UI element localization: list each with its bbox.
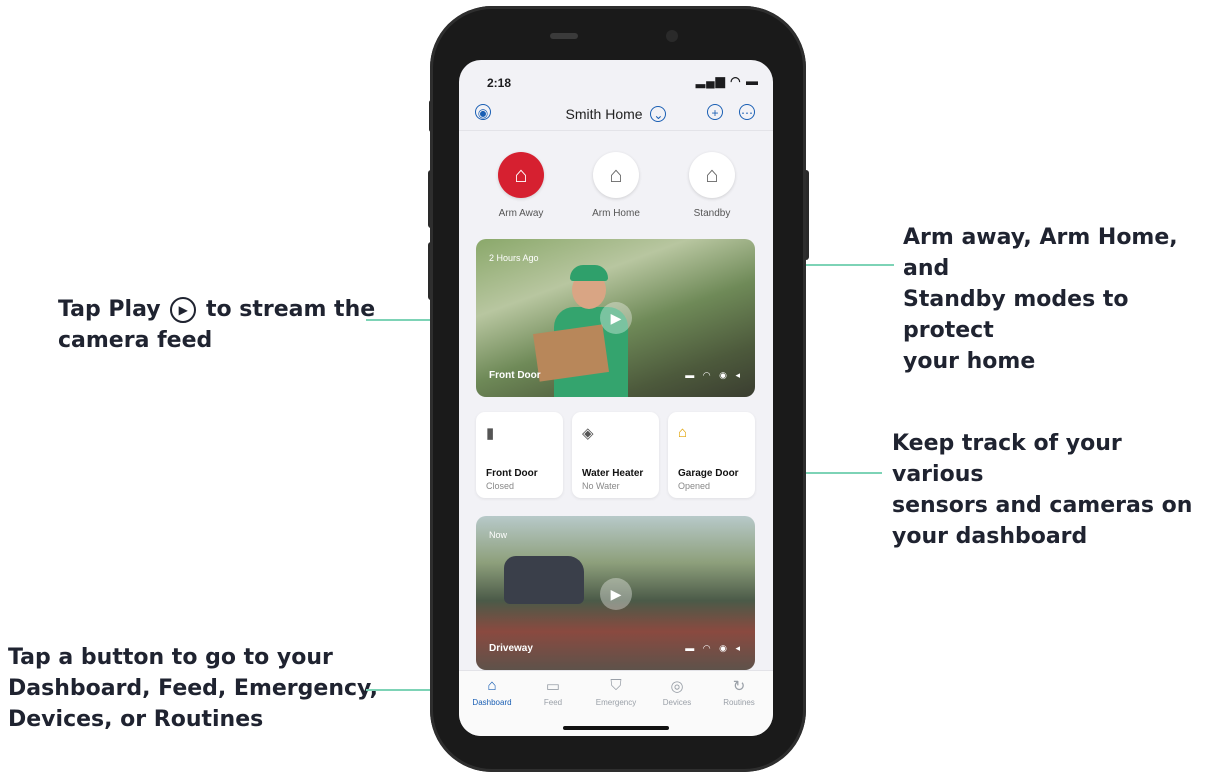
camera-timestamp: Now (489, 530, 508, 540)
speaker-grille (550, 33, 578, 39)
home-indicator[interactable] (563, 726, 669, 730)
emergency-icon: ⛉ (610, 677, 622, 694)
camera-status-icons: ▬ ◠ ◉ ◂ (685, 370, 743, 380)
more-icon[interactable]: ⋯ (739, 104, 755, 120)
water-sensor-icon: ◈ (582, 425, 594, 442)
tile-garage-door[interactable]: ⌂ Garage Door Opened (668, 412, 755, 498)
standby-icon: ⌂ (689, 152, 735, 198)
tab-routines[interactable]: ↻ Routines (708, 677, 770, 707)
arm-home-icon: ⌂ (593, 152, 639, 198)
play-icon: ▶ (170, 297, 197, 323)
callout-tabs: Tap a button to go to your Dashboard, Fe… (8, 645, 379, 732)
camera-snapshot-car (504, 556, 584, 604)
tab-label: Routines (723, 698, 755, 707)
status-icons: ▂▄▆ ◠ ▬ (695, 74, 759, 88)
arm-away-icon: ⌂ (498, 152, 544, 198)
camera-card-front-door[interactable]: 2 Hours Ago ▶ Front Door ▬ ◠ ◉ ◂ (476, 239, 755, 397)
front-camera (666, 30, 678, 42)
tile-water-heater[interactable]: ◈ Water Heater No Water (572, 412, 659, 498)
camera-name: Front Door (489, 370, 541, 381)
mode-arm-away[interactable]: ⌂ Arm Away (481, 152, 561, 219)
tile-name: Front Door (486, 468, 538, 479)
feed-icon: ▭ (545, 678, 561, 695)
callout-play: Tap Play ▶ to stream the camera feed (58, 297, 376, 353)
door-icon: ▮ (486, 425, 495, 442)
play-button[interactable]: ▶ (600, 578, 632, 610)
garage-icon: ⌂ (678, 424, 688, 441)
camera-card-driveway[interactable]: Now ▶ Driveway ▬ ◠ ◉ ◂ (476, 516, 755, 670)
devices-icon: ◎ (670, 678, 684, 695)
header-divider (459, 130, 773, 131)
play-button[interactable]: ▶ (600, 302, 632, 334)
tab-label: Devices (662, 698, 692, 707)
tab-label: Dashboard (472, 698, 512, 707)
tile-front-door[interactable]: ▮ Front Door Closed (476, 412, 563, 498)
tile-state: No Water (582, 481, 620, 491)
mode-label: Arm Home (592, 208, 640, 219)
tile-name: Water Heater (582, 468, 644, 479)
bottom-tab-bar: ⌂ Dashboard ▭ Feed ⛉ Emergency ◎ Devices… (459, 670, 773, 736)
page-title: Smith Home (565, 106, 643, 122)
app-screen: 2:18 ▂▄▆ ◠ ▬ ◉ Smith Home ⌄ + ⋯ ⌂ Arm Aw… (459, 60, 773, 736)
tab-devices[interactable]: ◎ Devices (646, 677, 708, 707)
mode-label: Standby (693, 208, 731, 219)
status-time: 2:18 (487, 76, 512, 90)
mode-arm-home[interactable]: ⌂ Arm Home (576, 152, 656, 219)
add-icon[interactable]: + (707, 104, 723, 120)
home-selector[interactable]: Smith Home ⌄ (459, 106, 773, 122)
callout-sensors: Keep track of your various sensors and c… (892, 431, 1193, 549)
camera-status-icons: ▬ ◠ ◉ ◂ (685, 643, 743, 653)
tile-state: Closed (486, 481, 515, 491)
dashboard-icon: ⌂ (487, 677, 497, 694)
mode-standby[interactable]: ⌂ Standby (672, 152, 752, 219)
chevron-down-icon: ⌄ (650, 106, 667, 122)
tile-state: Opened (678, 481, 711, 491)
tab-emergency[interactable]: ⛉ Emergency (585, 677, 647, 707)
phone-notch (540, 24, 690, 48)
camera-timestamp: 2 Hours Ago (489, 253, 539, 263)
tile-name: Garage Door (678, 468, 739, 479)
callout-modes: Arm away, Arm Home, and Standby modes to… (903, 225, 1178, 374)
mode-label: Arm Away (498, 208, 544, 219)
tab-label: Emergency (595, 698, 637, 707)
tab-feed[interactable]: ▭ Feed (522, 677, 584, 707)
routines-icon: ↻ (732, 678, 746, 695)
tab-dashboard[interactable]: ⌂ Dashboard (461, 677, 523, 707)
tab-label: Feed (543, 698, 563, 707)
camera-name: Driveway (489, 643, 533, 654)
